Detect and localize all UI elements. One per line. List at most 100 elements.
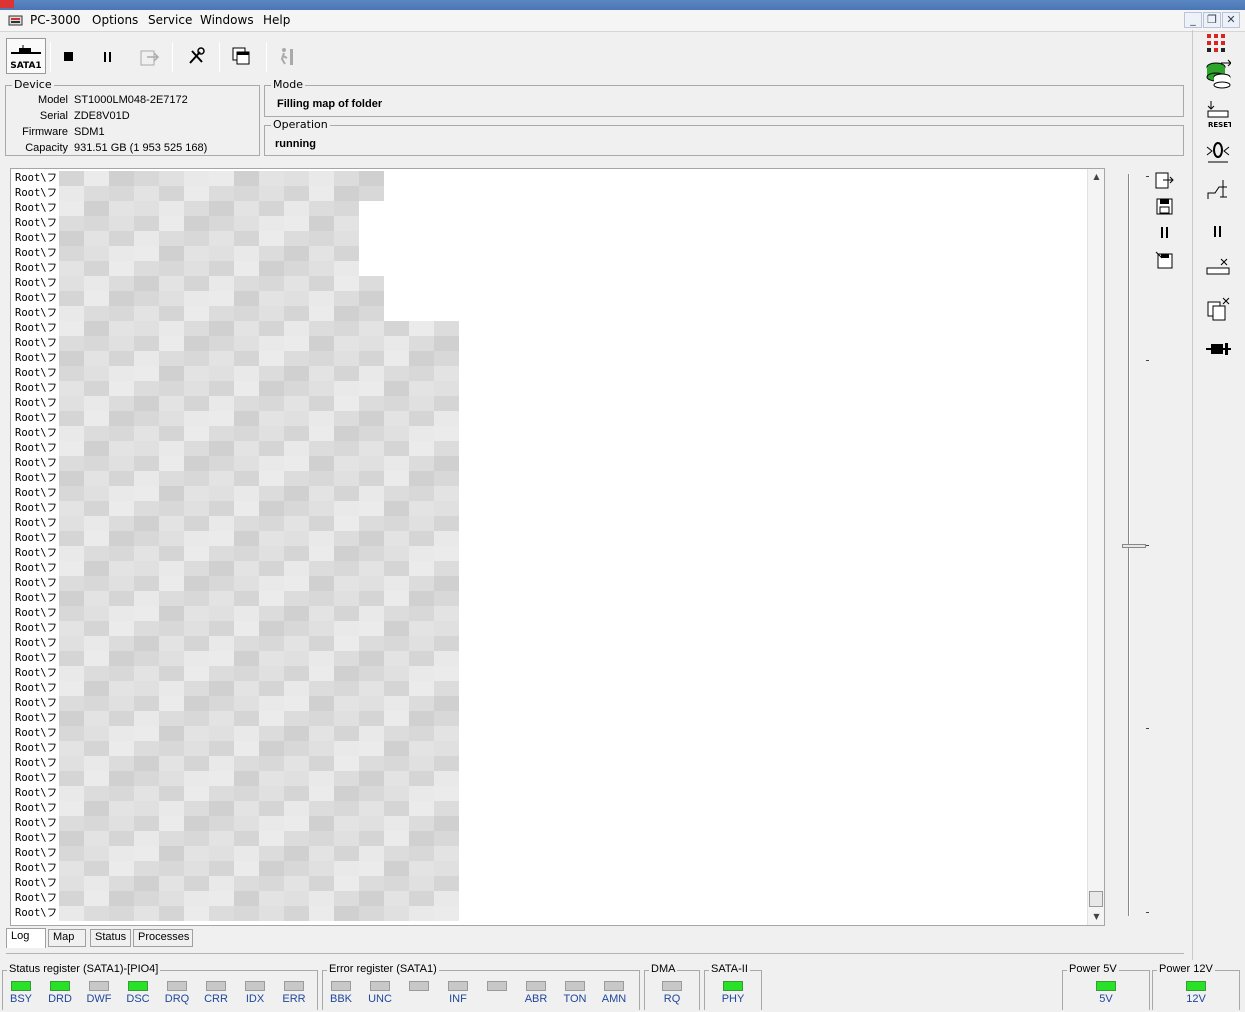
- redacted-cell: [159, 771, 184, 786]
- connector-button[interactable]: [1205, 335, 1231, 363]
- log-line: Root\フ: [15, 277, 58, 289]
- redacted-cell: [434, 501, 459, 516]
- redacted-cell: [334, 321, 359, 336]
- redacted-cell: [309, 471, 334, 486]
- pause-all-button[interactable]: [1205, 218, 1231, 246]
- redacted-cell: [434, 786, 459, 801]
- scroll-thumb[interactable]: [1089, 891, 1103, 907]
- log-line: Root\フ: [15, 817, 58, 829]
- redacted-cell: [209, 216, 234, 231]
- export-button[interactable]: [132, 38, 168, 76]
- redacted-cell: [59, 861, 84, 876]
- redacted-cell: [159, 636, 184, 651]
- redacted-cell: [284, 231, 309, 246]
- redacted-cell: [134, 501, 159, 516]
- tools-button[interactable]: [178, 38, 214, 76]
- redacted-cell: [359, 711, 384, 726]
- reset-button[interactable]: RESET: [1205, 100, 1231, 129]
- pause-button[interactable]: [90, 38, 126, 76]
- open-log-icon[interactable]: [1154, 170, 1176, 190]
- redacted-cell: [334, 786, 359, 801]
- stop-button[interactable]: [51, 38, 87, 76]
- redacted-cell: [134, 351, 159, 366]
- redacted-cell: [384, 621, 409, 636]
- log-vertical-scrollbar[interactable]: ▲ ▼: [1087, 169, 1104, 925]
- toolbar-separator: [266, 42, 267, 72]
- redacted-cell: [334, 756, 359, 771]
- power5v-title: Power 5V: [1067, 963, 1119, 975]
- save-all-log-icon[interactable]: [1154, 250, 1176, 270]
- redacted-cell: [284, 771, 309, 786]
- tab-map[interactable]: Map: [48, 929, 86, 947]
- redacted-cell: [134, 576, 159, 591]
- restore-button[interactable]: ❐: [1203, 12, 1221, 28]
- redacted-cell: [409, 381, 434, 396]
- redacted-cell: [184, 906, 209, 921]
- branch-button[interactable]: [1205, 178, 1231, 206]
- scroll-down-arrow-icon[interactable]: ▼: [1088, 909, 1104, 925]
- redacted-cell: [59, 876, 84, 891]
- menu-options[interactable]: Options: [88, 12, 142, 28]
- redacted-cell: [159, 531, 184, 546]
- exit-button[interactable]: [269, 38, 305, 76]
- redacted-cell: [309, 486, 334, 501]
- pause-log-icon[interactable]: [1158, 226, 1172, 240]
- redacted-cell: [159, 846, 184, 861]
- windows-button[interactable]: [224, 38, 260, 76]
- zero-fill-button[interactable]: [1205, 138, 1231, 166]
- redacted-cell: [259, 681, 284, 696]
- redacted-cell: [159, 831, 184, 846]
- close-button[interactable]: ✕: [1222, 12, 1240, 28]
- cancel-sequence-button[interactable]: [1205, 255, 1231, 283]
- redacted-cell: [234, 411, 259, 426]
- redacted-cell: [159, 171, 184, 186]
- tab-log[interactable]: Log: [6, 928, 46, 948]
- grid-dots-button[interactable]: [1205, 30, 1231, 58]
- redacted-cell: [109, 831, 134, 846]
- redacted-cell: [409, 741, 434, 756]
- scroll-up-arrow-icon[interactable]: ▲: [1088, 169, 1104, 185]
- redacted-cell: [309, 756, 334, 771]
- redacted-cell: [334, 441, 359, 456]
- redacted-cell: [184, 756, 209, 771]
- redacted-cell: [59, 261, 84, 276]
- redacted-cell: [109, 396, 134, 411]
- power5v-group: Power 5V 5V: [1062, 963, 1150, 1010]
- redacted-cell: [184, 291, 209, 306]
- redacted-cell: [309, 831, 334, 846]
- redacted-cell: [284, 531, 309, 546]
- tab-status[interactable]: Status: [90, 929, 131, 947]
- redacted-cell: [84, 771, 109, 786]
- menu-help[interactable]: Help: [259, 12, 294, 28]
- redacted-cell: [334, 501, 359, 516]
- redacted-cell: [359, 441, 384, 456]
- reset-icon: RESET: [1207, 101, 1231, 129]
- redacted-cell: [59, 441, 84, 456]
- log-panel[interactable]: Root\フ Root\フ Root\フ Root\フ Root\フ Root\フ Root…: [10, 168, 1105, 926]
- status-led: [409, 981, 429, 991]
- redacted-cell: [359, 786, 384, 801]
- redacted-cell: [184, 351, 209, 366]
- redacted-cell: [84, 321, 109, 336]
- tab-processes[interactable]: Processes: [133, 929, 193, 947]
- redacted-cell: [234, 621, 259, 636]
- redacted-cell: [409, 666, 434, 681]
- mode-group: Mode Filling map of folder: [264, 78, 1184, 117]
- menu-service[interactable]: Service: [144, 12, 196, 28]
- slider-handle[interactable]: [1122, 544, 1146, 548]
- sata1-port-button[interactable]: SATA1: [6, 38, 46, 74]
- redacted-cell: [84, 591, 109, 606]
- database-button[interactable]: [1205, 59, 1231, 89]
- save-log-icon[interactable]: [1156, 198, 1174, 216]
- menu-windows[interactable]: Windows: [196, 12, 258, 28]
- log-zoom-slider[interactable]: [1118, 170, 1158, 920]
- redacted-cell: [59, 171, 84, 186]
- copy-cancel-button[interactable]: [1205, 295, 1231, 323]
- log-line: Root\フ: [15, 862, 58, 874]
- pc3000-app-icon[interactable]: [8, 13, 24, 27]
- redacted-cell: [259, 591, 284, 606]
- redacted-cell: [259, 396, 284, 411]
- redacted-cell: [309, 291, 334, 306]
- redacted-cell: [434, 666, 459, 681]
- minimize-button[interactable]: _: [1184, 12, 1202, 28]
